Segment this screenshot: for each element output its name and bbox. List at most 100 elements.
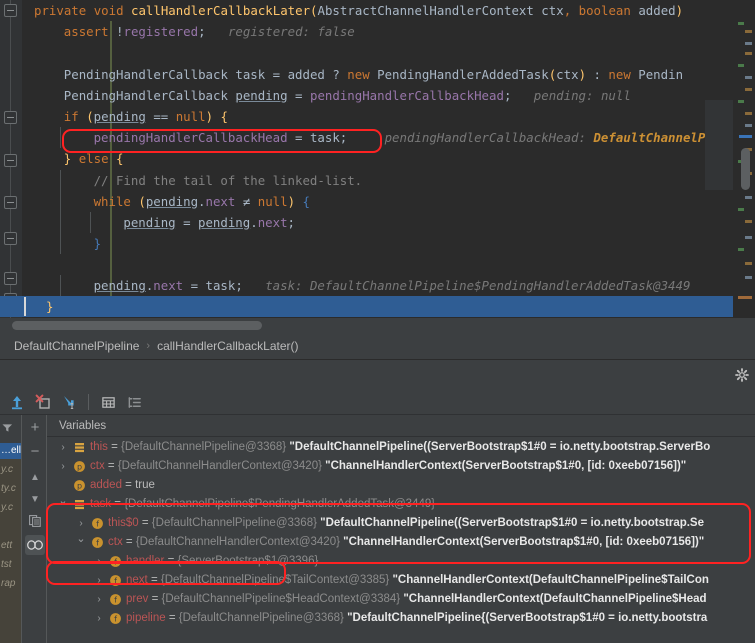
variable-name: handler — [126, 555, 165, 567]
variable-row[interactable]: › p ctx = {DefaultChannelHandlerContext@34… — [47, 457, 755, 476]
code-line[interactable]: PendingHandlerCallback task = added ? ne… — [22, 64, 733, 85]
code-line[interactable]: assert !registered; registered: false — [22, 21, 733, 42]
variable-row[interactable]: ⌄ f ctx = {DefaultChannelHandlerContext@34… — [47, 533, 755, 552]
frame-row[interactable]: ett — [0, 538, 21, 554]
copy-value-button[interactable] — [25, 511, 45, 531]
chevron-right-icon[interactable]: › — [93, 574, 105, 587]
fold-marker[interactable] — [4, 111, 17, 124]
code-line[interactable] — [22, 42, 733, 63]
variable-equals: = — [138, 517, 152, 529]
editor-horizontal-scrollbar[interactable] — [0, 318, 755, 333]
indent-guide — [59, 127, 61, 149]
frame-row[interactable]: rap — [0, 576, 21, 592]
frame-row[interactable]: y.c — [0, 500, 21, 516]
parameter-icon: p — [73, 460, 86, 473]
chevron-right-icon[interactable]: › — [93, 593, 105, 606]
frame-row[interactable] — [0, 519, 21, 535]
code-editor[interactable]: private void callHandlerCallbackLater(Ab… — [0, 0, 755, 318]
svg-text:f: f — [96, 520, 99, 529]
code-line-text: if (pending == null) { — [34, 109, 228, 124]
variable-text: pipeline = {DefaultChannelPipeline@3368}… — [126, 609, 707, 628]
variable-row[interactable]: › this = {DefaultChannelPipeline@3368} "D… — [47, 438, 755, 457]
drop-frame-icon[interactable] — [30, 391, 56, 413]
editor-vertical-scrollbar[interactable] — [741, 148, 750, 190]
variables-tree[interactable]: › this = {DefaultChannelPipeline@3368} "D… — [47, 438, 755, 643]
field-icon: f — [109, 593, 122, 606]
code-token: PendingHandlerCallback task = added ? — [63, 66, 348, 82]
editor-text[interactable]: private void callHandlerCallbackLater(Ab… — [22, 0, 733, 318]
chevron-right-icon[interactable]: › — [57, 441, 69, 454]
inspect-button[interactable] — [25, 535, 45, 555]
variable-row[interactable]: p added = true — [47, 476, 755, 495]
variable-text: task = {DefaultChannelPipeline$PendingHa… — [90, 495, 435, 514]
step-out-icon[interactable] — [4, 391, 30, 413]
code-line[interactable]: } else { — [22, 148, 733, 169]
frame-row[interactable]: …ell — [0, 443, 21, 459]
code-line[interactable]: private void callHandlerCallbackLater(Ab… — [22, 0, 733, 21]
chevron-right-icon[interactable]: › — [57, 460, 69, 473]
chevron-right-icon[interactable]: › — [93, 612, 105, 625]
editor-gutter[interactable] — [0, 0, 22, 318]
variable-reference: {DefaultChannelPipeline@3368} — [121, 441, 287, 453]
fold-marker[interactable] — [4, 196, 17, 209]
editor-marker-strip[interactable] — [733, 0, 755, 318]
variable-row[interactable]: › f next = {DefaultChannelPipeline$TailCon… — [47, 571, 755, 590]
variable-row[interactable]: › f this$0 = {DefaultChannelPipeline@3368}… — [47, 514, 755, 533]
evaluate-expression-icon[interactable] — [95, 391, 121, 413]
variables-tab-label[interactable]: Variables — [47, 415, 755, 437]
frame-row[interactable]: ty.c — [0, 481, 21, 497]
code-line[interactable]: } — [22, 233, 733, 255]
variable-name: ctx — [108, 536, 123, 548]
variable-row[interactable]: ⌄ task = {DefaultChannelPipeline$PendingH… — [47, 495, 755, 514]
chevron-down-icon[interactable]: ⌄ — [75, 533, 87, 546]
chevron-right-icon[interactable]: › — [93, 555, 105, 568]
remove-watch-button[interactable]: − — [25, 441, 45, 461]
editor-horizontal-scrollbar-thumb[interactable] — [12, 321, 262, 330]
fold-marker[interactable] — [4, 232, 17, 245]
fold-marker[interactable] — [4, 4, 17, 17]
show-execution-point-icon[interactable] — [121, 391, 147, 413]
code-line[interactable]: pending.next = task; task: DefaultChanne… — [22, 275, 733, 297]
variables-tree-container[interactable]: Variables › this = {DefaultChannelPipelin… — [46, 415, 755, 643]
variable-text: ctx = {DefaultChannelHandlerContext@3420… — [108, 533, 704, 552]
code-token: ) — [675, 3, 684, 18]
field-group-icon — [73, 441, 86, 454]
breadcrumb-item-class[interactable]: DefaultChannelPipeline — [14, 339, 139, 353]
move-up-button[interactable]: ▲ — [25, 467, 45, 487]
gear-icon[interactable] — [735, 368, 749, 382]
field-group-icon — [73, 498, 86, 511]
ide-window: private void callHandlerCallbackLater(Ab… — [0, 0, 755, 643]
variable-row[interactable]: › f pipeline = {DefaultChannelPipeline@336… — [47, 609, 755, 628]
variable-row[interactable]: › f prev = {DefaultChannelPipeline$HeadCon… — [47, 590, 755, 609]
add-watch-button[interactable]: + — [25, 417, 45, 437]
code-line[interactable]: PendingHandlerCallback pending = pending… — [22, 85, 733, 106]
filter-icon[interactable] — [2, 423, 13, 433]
run-to-cursor-icon[interactable] — [56, 391, 82, 413]
variable-text: next = {DefaultChannelPipeline$TailConte… — [126, 571, 709, 590]
breadcrumb-item-method[interactable]: callHandlerCallbackLater() — [157, 339, 298, 353]
code-token: pending — [93, 278, 146, 294]
code-token: DefaultChannelP — [593, 130, 706, 146]
chevron-right-icon[interactable]: › — [75, 517, 87, 530]
variables-side-toolbar[interactable]: + − ▲ ▼ — [21, 415, 46, 643]
code-line[interactable]: pendingHandlerCallbackHead = task; pendi… — [22, 127, 733, 149]
variable-reference: {DefaultChannelHandlerContext@3420} — [135, 536, 340, 548]
move-down-button[interactable]: ▼ — [25, 489, 45, 509]
code-line[interactable]: if (pending == null) { — [22, 106, 733, 127]
variable-row[interactable]: › f handler = {ServerBootstrap$1@3396} — [47, 552, 755, 571]
code-line[interactable]: while (pending.next ≠ null) { — [22, 190, 733, 212]
code-line[interactable]: // Find the tail of the linked-list. — [22, 169, 733, 191]
code-line[interactable] — [22, 254, 733, 275]
code-token: PendingHandlerCallback — [63, 87, 236, 103]
debugger-toolbar[interactable] — [0, 390, 755, 415]
breadcrumb[interactable]: DefaultChannelPipeline › callHandlerCall… — [0, 333, 755, 359]
chevron-down-icon[interactable]: ⌄ — [57, 495, 69, 508]
fold-marker[interactable] — [4, 154, 17, 167]
code-line-text: pending.next = task; task: DefaultChanne… — [34, 278, 691, 294]
frame-row[interactable]: tst — [0, 557, 21, 573]
code-line[interactable]: pending = pending.next; — [22, 211, 733, 234]
fold-marker[interactable] — [4, 272, 17, 285]
svg-text:f: f — [114, 558, 117, 567]
frames-panel-peek[interactable]: …ell y.c ty.c y.c ett tst rap — [0, 415, 21, 643]
frame-row[interactable]: y.c — [0, 462, 21, 478]
